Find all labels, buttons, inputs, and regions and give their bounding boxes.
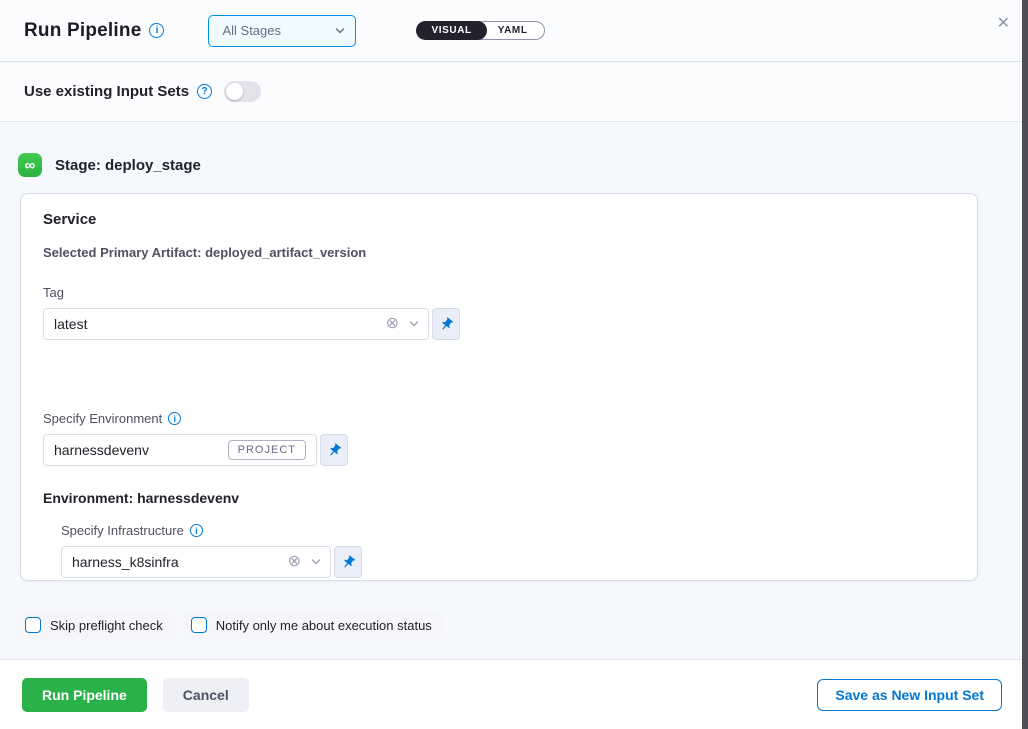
infrastructure-input-box: ⊗: [61, 546, 331, 578]
run-pipeline-button[interactable]: Run Pipeline: [22, 678, 147, 712]
environment-section-title: Environment: harnessdevenv: [43, 490, 955, 506]
input-sets-toggle[interactable]: [224, 81, 261, 102]
modal-header: Run Pipeline i All Stages VISUAL YAML ✕: [0, 0, 1028, 62]
primary-artifact-line: Selected Primary Artifact: deployed_arti…: [43, 245, 955, 260]
notify-me-option[interactable]: Notify only me about execution status: [184, 611, 443, 639]
cancel-button[interactable]: Cancel: [163, 678, 249, 712]
environment-field-label: Specify Environment i: [43, 411, 955, 426]
environment-runtime-pin-button[interactable]: [320, 434, 348, 466]
page-title: Run Pipeline: [24, 20, 141, 42]
clear-icon[interactable]: ⊗: [386, 316, 399, 332]
input-sets-help-icon[interactable]: ?: [197, 84, 212, 99]
environment-label-text: Specify Environment: [43, 411, 162, 426]
chevron-down-icon[interactable]: [310, 556, 322, 568]
stage-selector-dropdown[interactable]: All Stages: [208, 15, 356, 47]
run-pipeline-modal: Run Pipeline i All Stages VISUAL YAML ✕ …: [0, 0, 1028, 729]
service-card: Service Selected Primary Artifact: deplo…: [20, 193, 978, 581]
tag-input-row: ⊗: [43, 308, 955, 340]
modal-footer: Run Pipeline Cancel Save as New Input Se…: [0, 659, 1028, 729]
pin-icon: [323, 439, 344, 460]
skip-preflight-checkbox[interactable]: [25, 617, 41, 633]
skip-preflight-label: Skip preflight check: [50, 618, 163, 633]
tag-runtime-pin-button[interactable]: [432, 308, 460, 340]
tag-input[interactable]: [54, 316, 386, 332]
notify-me-label: Notify only me about execution status: [216, 618, 432, 633]
infrastructure-info-icon[interactable]: i: [190, 524, 203, 537]
tag-label: Tag: [43, 285, 955, 300]
infrastructure-block: Specify Infrastructure i ⊗: [61, 523, 955, 578]
clear-icon[interactable]: ⊗: [288, 554, 301, 570]
infrastructure-input[interactable]: [72, 554, 288, 570]
stage-selector-value: All Stages: [222, 23, 281, 38]
chevron-down-icon[interactable]: [408, 318, 420, 330]
infrastructure-input-row: ⊗: [61, 546, 955, 578]
environment-input-row: PROJECT: [43, 434, 955, 466]
modal-body: ∞ Stage: deploy_stage Service Selected P…: [0, 122, 1028, 659]
close-icon[interactable]: ✕: [997, 16, 1010, 32]
environment-input-box: PROJECT: [43, 434, 317, 466]
modal-backdrop-edge: [1022, 0, 1028, 729]
tab-visual[interactable]: VISUAL: [416, 21, 486, 40]
input-sets-label: Use existing Input Sets: [24, 83, 189, 100]
skip-preflight-option[interactable]: Skip preflight check: [18, 611, 174, 639]
input-sets-row: Use existing Input Sets ?: [0, 62, 1028, 122]
tag-input-box: ⊗: [43, 308, 429, 340]
stage-row: ∞ Stage: deploy_stage: [0, 122, 1028, 177]
notify-me-checkbox[interactable]: [191, 617, 207, 633]
infrastructure-field-label: Specify Infrastructure i: [61, 523, 955, 538]
save-as-new-input-set-button[interactable]: Save as New Input Set: [817, 679, 1002, 711]
stage-title: Stage: deploy_stage: [55, 157, 201, 174]
pipeline-info-icon[interactable]: i: [149, 23, 164, 38]
environment-input[interactable]: [54, 442, 228, 458]
infrastructure-runtime-pin-button[interactable]: [334, 546, 362, 578]
pin-icon: [435, 313, 456, 334]
toggle-knob: [226, 83, 243, 100]
environment-info-icon[interactable]: i: [168, 412, 181, 425]
project-scope-badge: PROJECT: [228, 440, 306, 460]
chevron-down-icon: [335, 26, 345, 36]
service-section-title: Service: [43, 211, 955, 228]
execution-options-row: Skip preflight check Notify only me abou…: [0, 581, 1028, 639]
visual-yaml-toggle: VISUAL YAML: [416, 21, 544, 40]
pin-icon: [337, 551, 358, 572]
infrastructure-label-text: Specify Infrastructure: [61, 523, 184, 538]
deploy-stage-icon: ∞: [18, 153, 42, 177]
